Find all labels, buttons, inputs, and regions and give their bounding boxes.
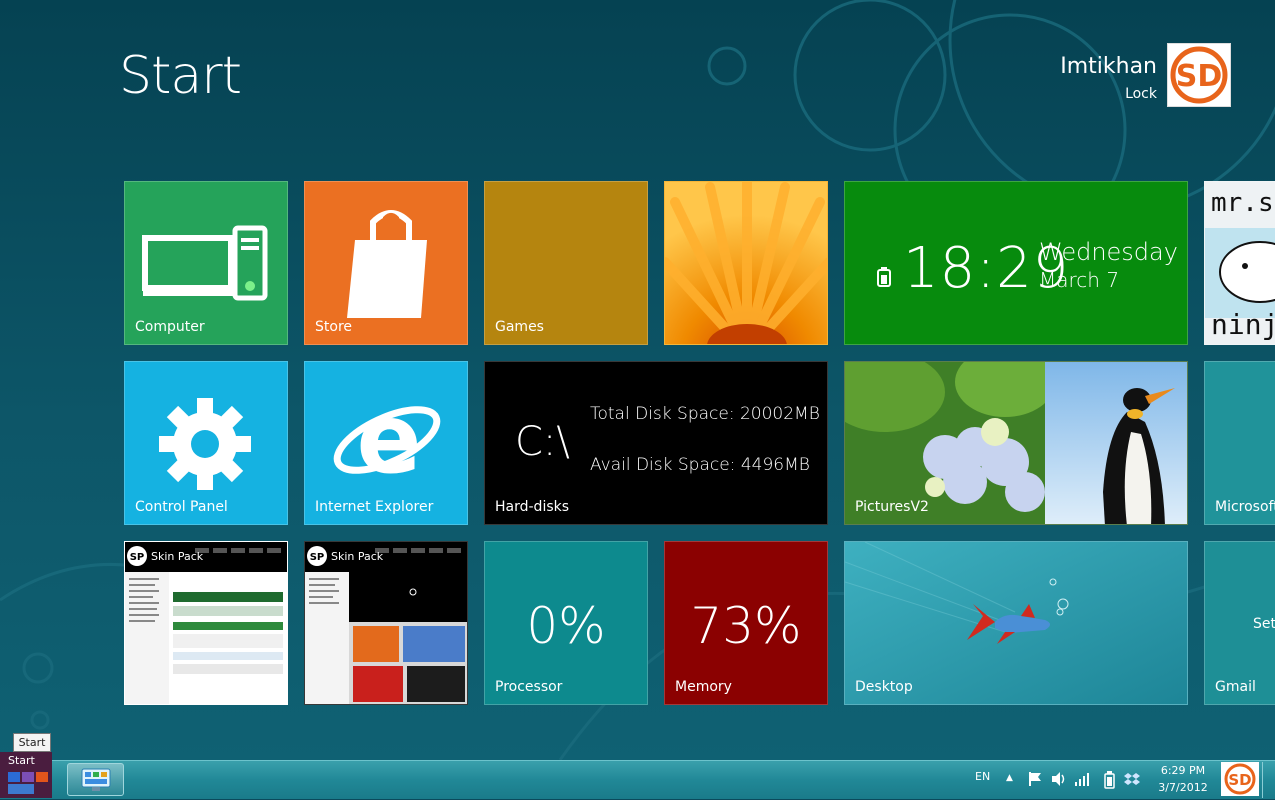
tile-label: Processor	[495, 679, 563, 695]
computer-icon	[142, 225, 268, 301]
tile-label: PicturesV2	[855, 499, 929, 515]
taskbar-app-control-panel[interactable]	[67, 763, 124, 796]
system-time: 6:29 PM	[1160, 764, 1206, 777]
tile-clock[interactable]: 18:29 Wednesday March 7	[844, 181, 1188, 345]
clock-date: March 7	[1039, 268, 1120, 292]
avail-disk-space: Avail Disk Space: 4496MB	[590, 455, 810, 475]
system-clock[interactable]: 6:29 PM 3/7/2012	[1147, 762, 1219, 796]
tile-memory[interactable]: 73% Memory	[664, 541, 828, 705]
tile-label: Control Panel	[135, 499, 228, 515]
battery-icon[interactable]	[1104, 771, 1116, 789]
tile-store[interactable]: Store	[304, 181, 468, 345]
language-indicator[interactable]: EN	[975, 770, 990, 783]
tile-label: Internet Explorer	[315, 499, 434, 515]
svg-text:SP: SP	[310, 552, 325, 563]
lock-link[interactable]: Lock	[1060, 86, 1157, 102]
shopping-bag-icon	[347, 210, 427, 318]
show-hidden-icons-icon[interactable]: ▲	[1006, 773, 1013, 783]
volume-icon[interactable]	[1050, 771, 1068, 787]
clock-day: Wednesday	[1039, 238, 1178, 266]
system-date: 3/7/2012	[1158, 781, 1208, 794]
tile-processor[interactable]: 0% Processor	[484, 541, 648, 705]
dropbox-icon[interactable]	[1124, 771, 1140, 787]
svg-text:e: e	[356, 383, 421, 495]
flower-photo	[665, 182, 827, 344]
tile-internet-explorer[interactable]: e Internet Explorer	[304, 361, 468, 525]
gmail-extra-text: Set	[1253, 616, 1275, 632]
tile-label: Computer	[135, 319, 205, 335]
total-disk-space: Total Disk Space: 20002MB	[590, 404, 820, 424]
processor-value: 0%	[526, 597, 606, 655]
svg-text:SD: SD	[1176, 59, 1223, 94]
tile-flower-photo[interactable]	[664, 181, 828, 345]
tile-label: Microsoft	[1215, 499, 1275, 515]
control-panel-icon	[81, 768, 111, 791]
network-signal-icon[interactable]	[1074, 771, 1092, 787]
internet-explorer-icon: e	[333, 383, 441, 495]
gear-icon	[159, 398, 251, 490]
skinpack-logo-text: Skin Pack	[151, 550, 204, 563]
tile-desktop[interactable]: Desktop	[844, 541, 1188, 705]
start-button[interactable]: Start	[0, 752, 52, 798]
start-tiles-icon	[8, 772, 48, 794]
tile-label: Store	[315, 319, 353, 335]
start-button-label: Start	[8, 754, 35, 767]
action-center-flag-icon[interactable]	[1027, 771, 1043, 787]
tile-games[interactable]: Games	[484, 181, 648, 345]
tile-label: Gmail	[1215, 679, 1256, 695]
show-desktop-button[interactable]	[1262, 762, 1275, 798]
battery-icon	[877, 267, 891, 287]
tile-gmail[interactable]: Set Gmail	[1204, 541, 1275, 705]
svg-text:SD: SD	[1228, 771, 1251, 789]
user-name[interactable]: Imtikhan	[1060, 54, 1157, 80]
tile-label: Desktop	[855, 679, 913, 695]
tile-label: Memory	[675, 679, 732, 695]
memory-value: 73%	[690, 597, 802, 655]
tile-microsoft[interactable]: Microsoft	[1204, 361, 1275, 525]
page-title: Start	[119, 46, 242, 106]
tile-label: Hard-disks	[495, 499, 570, 515]
tile-computer[interactable]: Computer	[124, 181, 288, 345]
taskbar-logo[interactable]: SD	[1221, 762, 1259, 796]
svg-text:SP: SP	[130, 552, 145, 563]
user-account[interactable]: Imtikhan Lock	[1060, 54, 1157, 102]
tile-mrs-ninja[interactable]: mr.s ninj	[1204, 181, 1275, 345]
skinpack-logo-text: Skin Pack	[331, 550, 384, 563]
website-thumbnail: SP	[305, 546, 467, 704]
avatar[interactable]: SD	[1167, 43, 1231, 107]
mrs-text-bottom: ninj	[1211, 308, 1275, 341]
tile-label: Games	[495, 319, 544, 335]
cartoon-illustration	[1205, 228, 1275, 318]
drive-letter: C:\	[515, 419, 570, 465]
tile-control-panel[interactable]: Control Panel	[124, 361, 288, 525]
website-thumbnail: SP	[125, 542, 287, 704]
tile-skinpack-screenshot-1[interactable]: SP Skin Pack	[124, 541, 288, 705]
start-tooltip: Start	[13, 733, 51, 752]
tile-skinpack-screenshot-2[interactable]: SP Skin Pack	[304, 541, 468, 705]
tile-pictures[interactable]: PicturesV2	[844, 361, 1188, 525]
tile-hard-disks[interactable]: C:\ Total Disk Space: 20002MB Avail Disk…	[484, 361, 828, 525]
mrs-text-top: mr.s	[1211, 188, 1274, 218]
